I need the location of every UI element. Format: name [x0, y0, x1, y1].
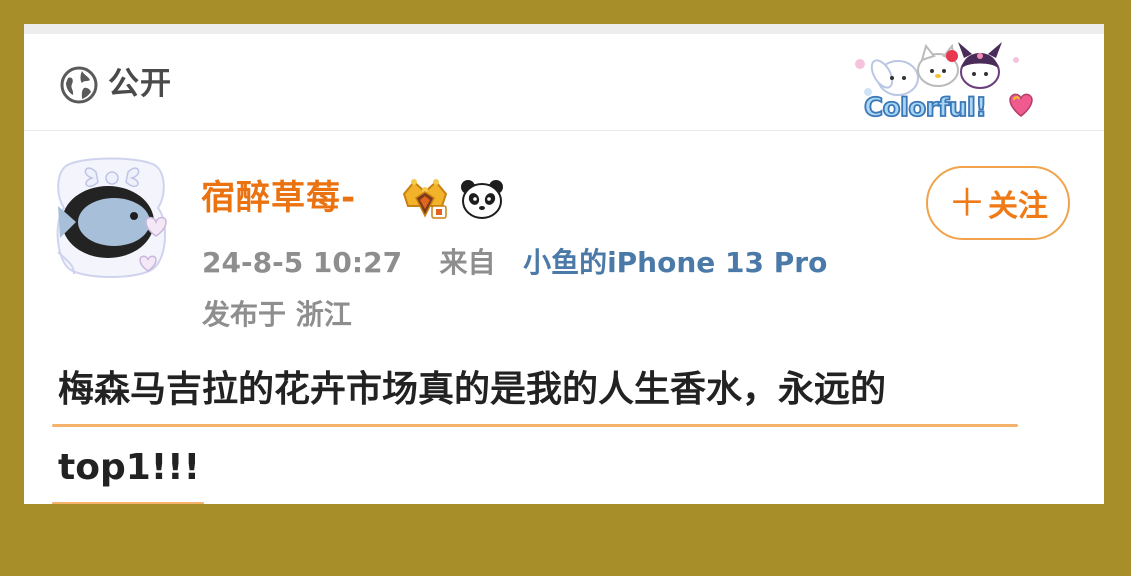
cute-characters-sticker: Colorful! [855, 42, 1033, 124]
post-meta: 24-8-5 10:27 来自 小鱼的iPhone 13 Pro [202, 242, 827, 284]
visibility-header: 公开 Colorful! [24, 34, 1104, 131]
plus-icon: ＋ [947, 181, 986, 225]
author-name[interactable]: 宿醉草莓- [201, 174, 356, 222]
post-text-line: top1!!! [52, 442, 1058, 504]
follow-button[interactable]: ＋ 关注 [926, 166, 1070, 240]
post-location: 发布于 浙江 [202, 298, 352, 331]
text-underline [52, 424, 1018, 427]
sticker-text: Colorful! [864, 93, 987, 123]
fish-avatar[interactable] [50, 156, 172, 282]
top-divider [24, 24, 1104, 34]
post-content: 梅森马吉拉的花卉市场真的是我的人生香水，永远的 top1!!! [52, 364, 1058, 504]
panda-badge[interactable] [460, 178, 504, 220]
post-text-line-2: top1!!! [58, 447, 201, 488]
post-timestamp: 24-8-5 10:27 [202, 246, 403, 279]
follow-button-label: 关注 [988, 189, 1048, 224]
post-text-line-1: 梅森马吉拉的花卉市场真的是我的人生香水，永远的 [58, 369, 887, 410]
post-text-line: 梅森马吉拉的花卉市场真的是我的人生香水，永远的 [52, 364, 1058, 442]
post-card: 公开 Colorful! 宿醉草莓- 24-8-5 10:27 来自 小鱼的iP… [24, 24, 1104, 504]
text-underline [52, 502, 204, 504]
device-source-link[interactable]: 小鱼的iPhone 13 Pro [523, 246, 827, 279]
visibility-label: 公开 [108, 66, 172, 102]
globe-icon [60, 66, 98, 104]
crown-vip-badge[interactable] [398, 176, 452, 222]
source-prefix: 来自 [439, 246, 496, 279]
